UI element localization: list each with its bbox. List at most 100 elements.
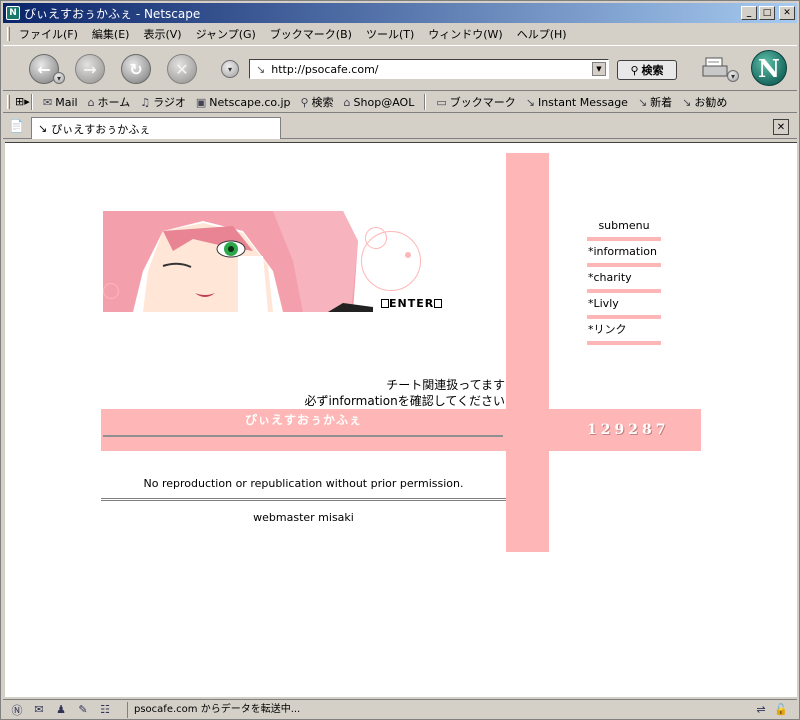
menu-window[interactable]: ウィンドウ(W) bbox=[428, 26, 502, 42]
search-button[interactable]: ⚲ 検索 bbox=[617, 60, 677, 80]
tab-active[interactable]: ↘ ぴぃえすおぅかふぇ bbox=[31, 117, 281, 139]
enter-link[interactable]: ENTER bbox=[381, 297, 443, 310]
toolbar-item-label: お勧め bbox=[694, 96, 728, 109]
folder-icon: ▭ bbox=[436, 95, 447, 109]
magnifier-icon: ⚲ bbox=[630, 63, 639, 77]
security-lock-icon[interactable]: 🔓 bbox=[773, 703, 789, 717]
toolbar-item-instant-message[interactable]: ↘ Instant Message bbox=[526, 96, 628, 109]
menu-edit[interactable]: 編集(E) bbox=[92, 26, 130, 42]
window-controls: _ □ ✕ bbox=[741, 6, 795, 20]
menu-help[interactable]: ヘルプ(H) bbox=[517, 26, 567, 42]
link-icon: ↘ bbox=[637, 95, 648, 109]
mail-icon[interactable]: ✉ bbox=[31, 703, 47, 717]
address-book-icon[interactable]: ☷ bbox=[97, 703, 113, 717]
menu-bookmarks[interactable]: ブックマーク(B) bbox=[270, 26, 352, 42]
url-bar[interactable]: ↘ http://psocafe.com/ ▼ bbox=[249, 59, 609, 79]
toolbar-separator bbox=[31, 94, 33, 110]
composer-icon[interactable]: ✎ bbox=[75, 703, 91, 717]
toolbar-item-label: ブックマーク bbox=[449, 96, 516, 109]
page-link-icon: ↘ bbox=[256, 62, 266, 76]
toolbar-item-recommend[interactable]: ↘ お勧め bbox=[682, 94, 727, 110]
mail-icon: ✉ bbox=[43, 95, 53, 109]
toolbar-item-search[interactable]: ⚲ 検索 bbox=[300, 94, 333, 110]
netscape-logo[interactable]: N bbox=[751, 50, 787, 86]
print-dropdown[interactable]: ▾ bbox=[727, 70, 739, 82]
url-history-dropdown[interactable]: ▼ bbox=[592, 62, 606, 76]
stop-button[interactable]: ✕ bbox=[167, 54, 197, 84]
submenu: submenu *information *charity *Livly *リン… bbox=[587, 215, 661, 345]
toolbar-item-netscape[interactable]: ▣ Netscape.co.jp bbox=[196, 96, 291, 109]
toolbar-item-shop[interactable]: ⌂ Shop@AOL bbox=[344, 96, 415, 109]
connection-icon: ⇌ bbox=[756, 703, 766, 716]
link-icon: ↘ bbox=[525, 95, 535, 109]
pink-vertical-band bbox=[506, 153, 549, 552]
netscape-status-icon[interactable]: Ⓝ bbox=[9, 703, 25, 717]
tabs-icon[interactable]: ⊞▸ bbox=[15, 95, 30, 108]
toolbar-item-label: 検索 bbox=[311, 96, 334, 109]
toolbar-grip[interactable] bbox=[7, 95, 10, 109]
instant-message-icon[interactable]: ♟ bbox=[53, 703, 69, 717]
new-tab-icon[interactable]: 📄 bbox=[9, 119, 25, 135]
band-divider bbox=[103, 435, 503, 437]
url-dropdown-circle[interactable]: ▾ bbox=[221, 60, 239, 78]
back-arrow-icon: ← bbox=[37, 59, 51, 79]
navigation-toolbar: ← ▾ → ↻ ✕ ▾ ↘ http://psocafe.com/ ▼ ⚲ 検索… bbox=[3, 45, 797, 91]
submenu-item-livly[interactable]: *Livly bbox=[587, 293, 661, 315]
tab-strip: 📄 ↘ ぴぃえすおぅかふぇ ✕ bbox=[3, 115, 797, 139]
menu-file[interactable]: ファイル(F) bbox=[19, 26, 78, 42]
stop-icon: ✕ bbox=[175, 59, 189, 79]
site-title: ぴぃえすおぅかふぇ bbox=[244, 413, 362, 427]
home-icon: ⌂ bbox=[87, 95, 95, 109]
maximize-button[interactable]: □ bbox=[759, 6, 775, 20]
copyright-notice: No reproduction or republication without… bbox=[143, 477, 464, 490]
decorative-circle bbox=[103, 283, 119, 299]
toolbar-item-label: Instant Message bbox=[537, 95, 628, 109]
submenu-item-links[interactable]: *リンク bbox=[587, 319, 661, 341]
link-icon: ↘ bbox=[682, 95, 692, 109]
decorative-circle bbox=[365, 227, 387, 249]
title-bar: N ぴぃえすおぅかふぇ - Netscape _ □ ✕ bbox=[3, 3, 797, 23]
submenu-item-charity[interactable]: *charity bbox=[587, 267, 661, 289]
bracket-box-icon bbox=[434, 299, 443, 308]
menu-tools[interactable]: ツール(T) bbox=[366, 26, 414, 42]
aol-icon: ⌂ bbox=[343, 95, 351, 109]
toolbar-item-label: Netscape.co.jp bbox=[209, 95, 291, 109]
banner-illustration[interactable] bbox=[103, 211, 373, 312]
toolbar-item-mail[interactable]: ✉ Mail bbox=[43, 96, 78, 109]
menu-view[interactable]: 表示(V) bbox=[143, 26, 181, 42]
page-content: ぴぃえすおぅかふぇ 129287 ENTER submenu *informat… bbox=[5, 142, 797, 697]
minimize-button[interactable]: _ bbox=[741, 6, 757, 20]
toolbar-item-home[interactable]: ⌂ ホーム bbox=[88, 94, 131, 110]
toolbar-item-label: Shop@AOL bbox=[353, 95, 415, 109]
menu-go[interactable]: ジャンプ(G) bbox=[196, 26, 256, 42]
horizontal-rule bbox=[101, 498, 506, 501]
toolbar-item-new[interactable]: ↘ 新着 bbox=[638, 94, 672, 110]
forward-button[interactable]: → bbox=[75, 54, 105, 84]
submenu-divider bbox=[587, 341, 661, 345]
status-bar: Ⓝ ✉ ♟ ✎ ☷ psocafe.com からデータを転送中... ⇌ 🔓 bbox=[3, 699, 797, 719]
submenu-item-information[interactable]: *information bbox=[587, 241, 661, 263]
forward-arrow-icon: → bbox=[83, 59, 97, 79]
page-link-icon: ↘ bbox=[38, 122, 48, 135]
headphones-icon: ♫ bbox=[140, 95, 151, 109]
personal-toolbar: ⊞▸ ✉ Mail ⌂ ホーム ♫ ラジオ ▣ Netscape.co.jp ⚲ 検索 ⌂… bbox=[3, 92, 797, 113]
toolbar-item-label: 新着 bbox=[650, 96, 673, 109]
close-button[interactable]: ✕ bbox=[779, 6, 795, 20]
toolbar-grip[interactable] bbox=[7, 27, 10, 41]
notice-line-1: チート関連扱ってます bbox=[386, 378, 505, 392]
browser-window: N ぴぃえすおぅかふぇ - Netscape _ □ ✕ ファイル(F) 編集(… bbox=[0, 0, 800, 720]
menu-bar: ファイル(F) 編集(E) 表示(V) ジャンプ(G) ブックマーク(B) ツー… bbox=[3, 24, 797, 44]
webmaster-credit: webmaster misaki bbox=[253, 511, 354, 524]
toolbar-item-bookmarks[interactable]: ▭ ブックマーク bbox=[436, 94, 515, 110]
toolbar-item-label: Mail bbox=[55, 95, 78, 109]
url-text[interactable]: http://psocafe.com/ bbox=[271, 63, 378, 76]
reload-button[interactable]: ↻ bbox=[121, 54, 151, 84]
visitor-counter: 129287 bbox=[587, 422, 670, 438]
back-history-dropdown[interactable]: ▾ bbox=[53, 72, 65, 84]
toolbar-item-label: ラジオ bbox=[153, 96, 186, 109]
close-tab-button[interactable]: ✕ bbox=[773, 119, 789, 135]
bracket-box-icon bbox=[381, 299, 389, 308]
search-icon: ⚲ bbox=[300, 95, 309, 109]
toolbar-item-radio[interactable]: ♫ ラジオ bbox=[140, 94, 186, 110]
notice-text: チート関連扱ってます 必ずinformationを確認してください bbox=[205, 377, 505, 409]
